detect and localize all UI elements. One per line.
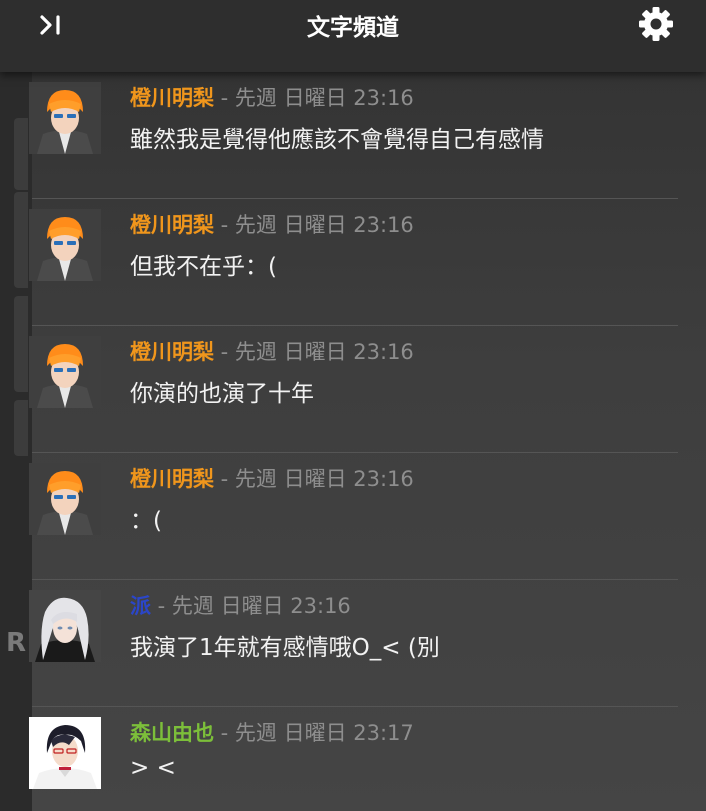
message-text: > < [130, 755, 176, 781]
avatar[interactable] [29, 590, 101, 662]
message-header: 派 - 先週 日曜日 23:16 [130, 590, 351, 620]
settings-button[interactable] [636, 4, 676, 44]
avatar[interactable] [29, 82, 101, 154]
author-name[interactable]: 橙川明梨 [130, 467, 214, 491]
avatar-orange-hair-image [29, 209, 101, 281]
message-header: 橙川明梨 - 先週 日曜日 23:16 [130, 209, 414, 239]
message-item: 橙川明梨 - 先週 日曜日 23:16 雖然我是覺得他應該不會覺得自己有感情 [29, 72, 678, 199]
background-tab [14, 296, 28, 392]
message-list[interactable]: 橙川明梨 - 先週 日曜日 23:16 雖然我是覺得他應該不會覺得自己有感情 橙… [29, 72, 706, 811]
author-name[interactable]: 橙川明梨 [130, 213, 214, 237]
channel-title: 文字頻道 [307, 15, 399, 41]
text-channel-screen: R 文字頻道 橙川明梨 - 先週 日曜日 23:16 雖然我是覺得他應該不會覺得… [0, 0, 706, 811]
message-item: 派 - 先週 日曜日 23:16 我演了1年就有感情哦O_< (別 [29, 580, 678, 707]
message-item: 森山由也 - 先週 日曜日 23:17 > < [29, 707, 678, 811]
message-text: 我演了1年就有感情哦O_< (別 [130, 635, 440, 661]
background-tab [14, 400, 28, 456]
header-bar: 文字頻道 [0, 0, 706, 72]
avatar[interactable] [29, 336, 101, 408]
message-item: 橙川明梨 - 先週 日曜日 23:16 但我不在乎：( [29, 199, 678, 326]
avatar[interactable] [29, 463, 101, 535]
author-name[interactable]: 橙川明梨 [130, 86, 214, 110]
avatar-white-hair-image [29, 590, 101, 662]
timestamp: - 先週 日曜日 23:17 [214, 721, 414, 745]
avatar[interactable] [29, 717, 101, 789]
message-header: 橙川明梨 - 先週 日曜日 23:16 [130, 463, 414, 493]
message-text: 你演的也演了十年 [130, 381, 314, 407]
gear-icon [639, 7, 673, 41]
background-tab [14, 118, 28, 190]
author-name[interactable]: 派 [130, 594, 151, 618]
avatar-orange-hair-image [29, 82, 101, 154]
timestamp: - 先週 日曜日 23:16 [214, 86, 414, 110]
message-item: 橙川明梨 - 先週 日曜日 23:16 你演的也演了十年 [29, 326, 678, 453]
background-tab [14, 192, 28, 288]
message-text: ：( [130, 508, 162, 534]
timestamp: - 先週 日曜日 23:16 [214, 213, 414, 237]
timestamp: - 先週 日曜日 23:16 [214, 340, 414, 364]
message-item: 橙川明梨 - 先週 日曜日 23:16 ：( [29, 453, 678, 580]
timestamp: - 先週 日曜日 23:16 [214, 467, 414, 491]
background-app-strip [0, 70, 32, 811]
timestamp: - 先週 日曜日 23:16 [151, 594, 351, 618]
avatar-orange-hair-image [29, 463, 101, 535]
message-text: 但我不在乎：( [130, 254, 277, 280]
message-text: 雖然我是覺得他應該不會覺得自己有感情 [130, 127, 544, 153]
author-name[interactable]: 森山由也 [130, 721, 214, 745]
message-header: 橙川明梨 - 先週 日曜日 23:16 [130, 82, 414, 112]
avatar-dark-hair-image [29, 717, 101, 789]
message-header: 橙川明梨 - 先週 日曜日 23:16 [130, 336, 414, 366]
avatar-orange-hair-image [29, 336, 101, 408]
message-header: 森山由也 - 先週 日曜日 23:17 [130, 717, 414, 747]
avatar[interactable] [29, 209, 101, 281]
background-letter: R [6, 628, 27, 658]
author-name[interactable]: 橙川明梨 [130, 340, 214, 364]
